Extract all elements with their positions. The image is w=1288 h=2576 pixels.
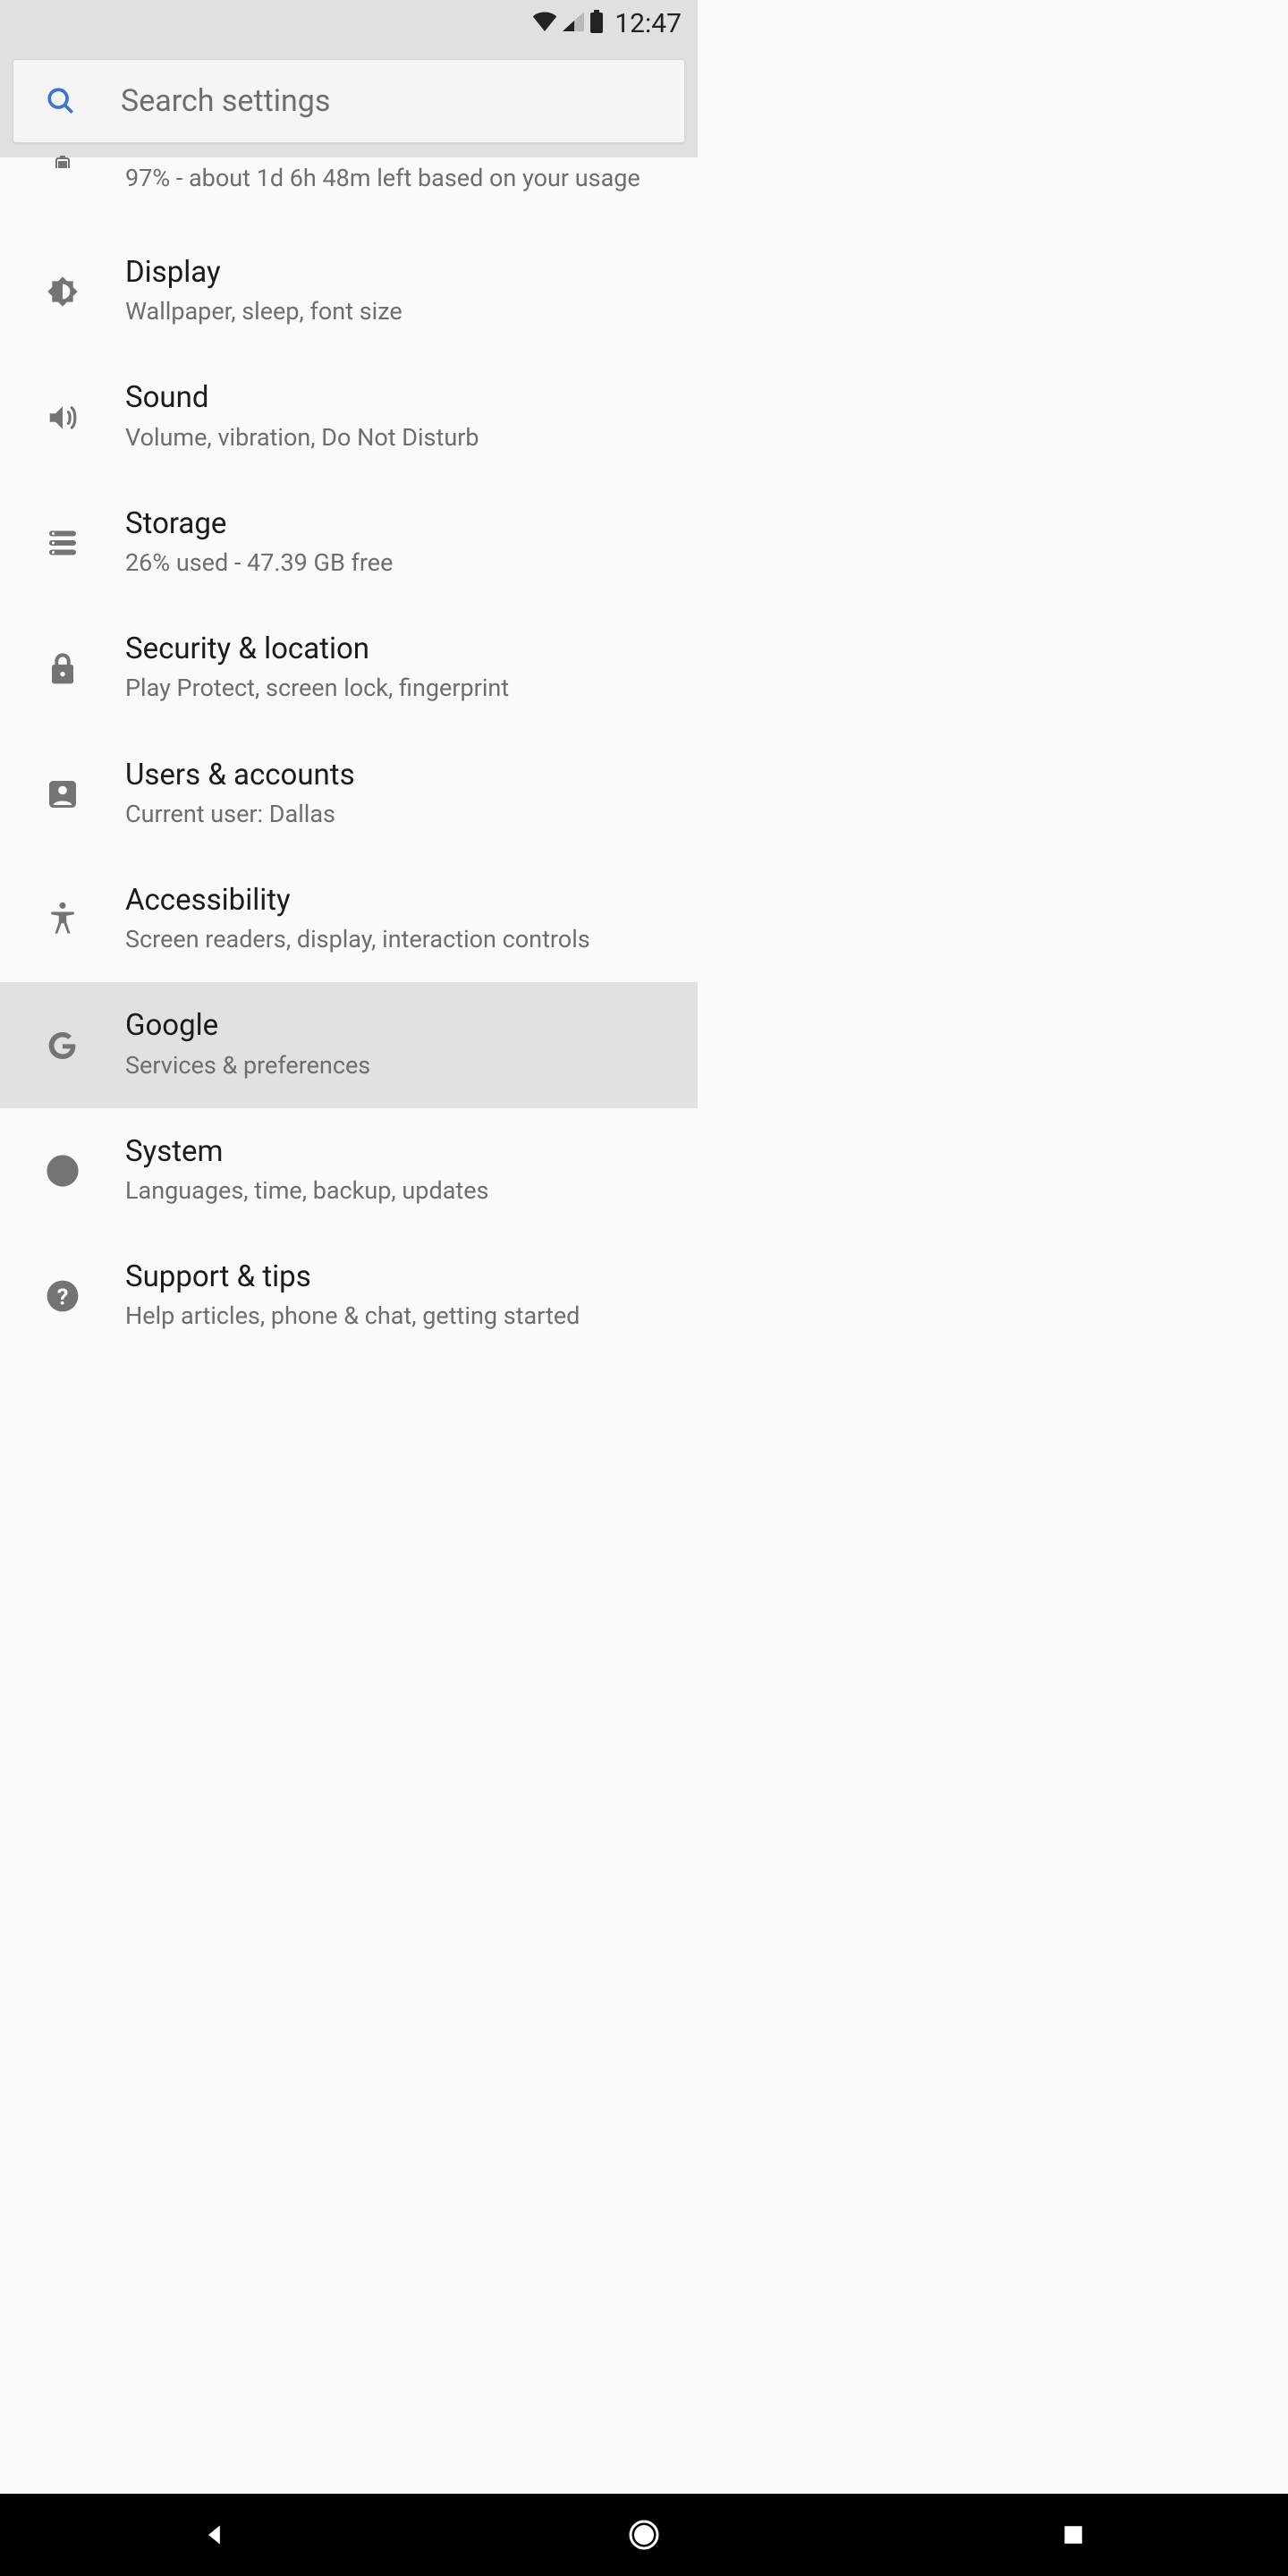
settings-row-subtitle: Wallpaper, sleep, font size — [125, 294, 676, 329]
settings-row-battery[interactable]: 97% - about 1d 6h 48m left based on your… — [0, 157, 698, 229]
settings-row-system[interactable]: System Languages, time, backup, updates — [0, 1108, 698, 1233]
settings-row-title: Display — [125, 254, 676, 291]
svg-text:?: ? — [57, 1285, 69, 1311]
search-icon — [46, 86, 76, 116]
google-icon — [0, 1028, 125, 1063]
settings-row-subtitle: Volume, vibration, Do Not Disturb — [125, 420, 676, 455]
lock-icon — [0, 651, 125, 685]
settings-row-subtitle: Services & preferences — [125, 1048, 676, 1083]
settings-row-title: System — [125, 1133, 676, 1170]
search-region: Search settings — [0, 47, 698, 157]
settings-row-security[interactable]: Security & location Play Protect, screen … — [0, 606, 698, 731]
settings-row-title: Accessibility — [125, 882, 676, 919]
settings-row-title: Sound — [125, 379, 676, 416]
settings-row-title: Security & location — [125, 631, 676, 667]
settings-row-title: Google — [125, 1007, 676, 1044]
account-icon — [0, 778, 125, 810]
back-button[interactable] — [192, 2512, 237, 2557]
status-bar: 12:47 — [0, 0, 698, 47]
navigation-bar — [0, 2494, 1288, 2576]
settings-row-sound[interactable]: Sound Volume, vibration, Do Not Disturb — [0, 354, 698, 479]
settings-row-subtitle: Play Protect, screen lock, fingerprint — [125, 671, 676, 706]
settings-row-subtitle: Screen readers, display, interaction con… — [125, 922, 676, 957]
clock-text: 12:47 — [614, 8, 682, 39]
help-icon: ? — [0, 1279, 125, 1313]
settings-list: 97% - about 1d 6h 48m left based on your… — [0, 157, 698, 1360]
settings-row-subtitle: 26% used - 47.39 GB free — [125, 546, 676, 580]
cell-signal-icon — [563, 12, 584, 35]
settings-row-support[interactable]: ? Support & tips Help articles, phone & ch… — [0, 1233, 698, 1359]
info-icon — [0, 1154, 125, 1188]
settings-row-title: Support & tips — [125, 1258, 676, 1295]
battery-icon — [0, 157, 125, 168]
settings-row-accessibility[interactable]: AccessibilityScreen readers, display, in… — [0, 857, 698, 982]
settings-row-users[interactable]: Users & accounts Current user: Dallas — [0, 732, 698, 857]
search-settings[interactable]: Search settings — [13, 59, 685, 143]
settings-row-title: Users & accounts — [125, 757, 676, 793]
settings-row-subtitle: Languages, time, backup, updates — [125, 1174, 676, 1208]
settings-row-title: Storage — [125, 505, 676, 542]
settings-row-google[interactable]: Google Services & preferences — [0, 982, 698, 1107]
settings-row-storage[interactable]: Storage 26% used - 47.39 GB free — [0, 480, 698, 606]
settings-row-subtitle: Help articles, phone & chat, getting sta… — [125, 1299, 676, 1334]
volume-icon — [0, 401, 125, 435]
wifi-icon — [532, 12, 557, 35]
home-button[interactable] — [622, 2512, 666, 2557]
brightness-icon — [0, 274, 125, 309]
settings-row-display[interactable]: DisplayWallpaper, sleep, font size — [0, 229, 698, 354]
battery-status-icon — [589, 10, 604, 37]
settings-row-subtitle: 97% - about 1d 6h 48m left based on your… — [125, 161, 676, 196]
accessibility-icon — [0, 902, 125, 937]
settings-row-subtitle: Current user: Dallas — [125, 797, 676, 832]
search-placeholder: Search settings — [121, 83, 330, 119]
storage-icon — [0, 528, 125, 558]
recent-apps-button[interactable] — [1051, 2512, 1096, 2557]
